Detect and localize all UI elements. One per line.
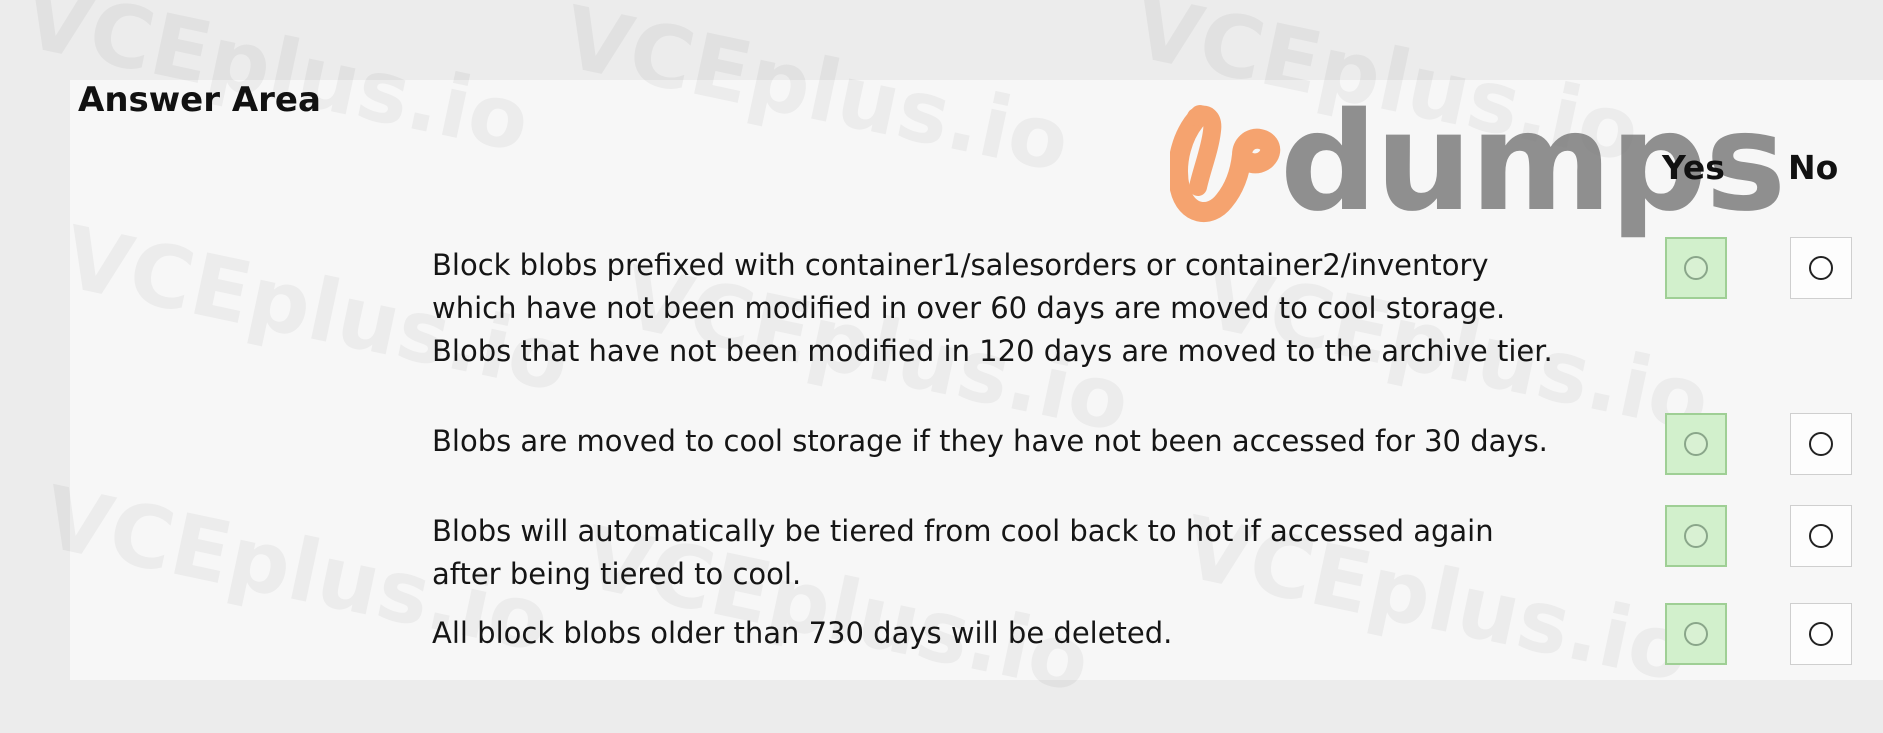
statement-3-line-2: after being tiered to cool. <box>432 557 802 591</box>
statement-4-no-radio[interactable] <box>1790 603 1852 665</box>
statement-2-text: Blobs are moved to cool storage if they … <box>432 420 1612 463</box>
radio-circle-icon <box>1684 524 1708 548</box>
radio-circle-icon <box>1684 622 1708 646</box>
yes-column-header: Yes <box>1662 148 1725 187</box>
radio-circle-icon <box>1809 256 1833 280</box>
radio-circle-icon <box>1809 622 1833 646</box>
statement-3-line-1: Blobs will automatically be tiered from … <box>432 514 1494 548</box>
radio-circle-icon <box>1684 256 1708 280</box>
statement-1-yes-radio[interactable] <box>1665 237 1727 299</box>
statement-1-line-1: Block blobs prefixed with container1/sal… <box>432 248 1489 282</box>
statement-2-line-1: Blobs are moved to cool storage if they … <box>432 424 1548 458</box>
page-title: Answer Area <box>78 80 321 120</box>
logo-v-icon <box>1170 105 1281 222</box>
radio-circle-icon <box>1809 432 1833 456</box>
statement-3-no-radio[interactable] <box>1790 505 1852 567</box>
statement-2-yes-radio[interactable] <box>1665 413 1727 475</box>
statement-1-line-2: which have not been modified in over 60 … <box>432 291 1506 325</box>
statement-4-yes-radio[interactable] <box>1665 603 1727 665</box>
radio-circle-icon <box>1684 432 1708 456</box>
statement-2-no-radio[interactable] <box>1790 413 1852 475</box>
statement-1-no-radio[interactable] <box>1790 237 1852 299</box>
statement-1-text: Block blobs prefixed with container1/sal… <box>432 244 1612 373</box>
statement-1-line-3: Blobs that have not been modified in 120… <box>432 334 1553 368</box>
no-column-header: No <box>1788 148 1839 187</box>
radio-circle-icon <box>1809 524 1833 548</box>
statement-4-text: All block blobs older than 730 days will… <box>432 612 1612 655</box>
statement-3-text: Blobs will automatically be tiered from … <box>432 510 1612 596</box>
statement-3-yes-radio[interactable] <box>1665 505 1727 567</box>
statement-4-line-1: All block blobs older than 730 days will… <box>432 616 1173 650</box>
